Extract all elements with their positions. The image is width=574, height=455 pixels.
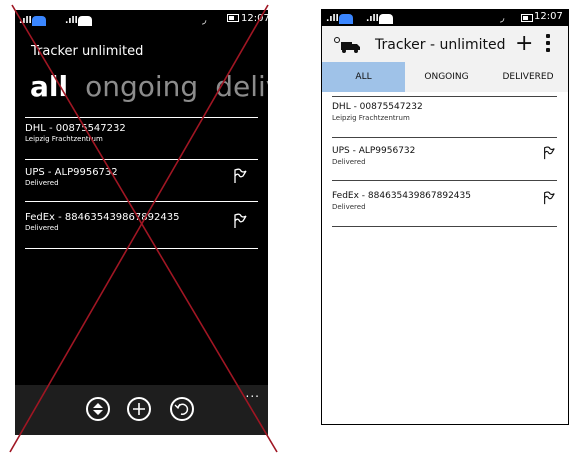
divider bbox=[25, 117, 258, 118]
tab-delivered[interactable]: DELIVERED bbox=[488, 62, 568, 92]
battery-icon bbox=[521, 14, 533, 22]
flag-icon bbox=[234, 168, 247, 183]
item-title: FedEx - 884635439867892435 bbox=[332, 191, 471, 201]
overflow-menu-icon[interactable] bbox=[546, 34, 550, 55]
status-bar: .ıll .ıll ◞ 12:07 bbox=[322, 10, 568, 26]
app-title: Tracker - unlimited bbox=[375, 37, 506, 53]
sort-icon[interactable] bbox=[86, 397, 110, 421]
list-item[interactable]: UPS - ALP9956732 Delivered bbox=[332, 146, 560, 166]
item-subtitle: Leipzig Frachtzentrum bbox=[332, 114, 410, 122]
flag-icon bbox=[544, 191, 555, 205]
item-subtitle: Delivered bbox=[332, 203, 366, 211]
more-icon[interactable]: ... bbox=[246, 386, 260, 400]
item-title: FedEx - 884635439867892435 bbox=[25, 212, 180, 223]
old-design-mockup: .ıll .ıll ◞ 12:07 Tracker unlimited all o… bbox=[15, 10, 268, 435]
divider bbox=[25, 201, 258, 202]
signal-icon: .ıll bbox=[19, 14, 49, 26]
wifi-icon: ◞ bbox=[500, 11, 505, 24]
item-title: DHL - 00875547232 bbox=[25, 123, 126, 134]
refresh-icon[interactable] bbox=[170, 397, 194, 421]
wifi-icon: ◞ bbox=[202, 13, 207, 26]
flag-icon bbox=[544, 146, 555, 160]
list-item[interactable]: DHL - 00875547232 Leipzig Frachtzentrum bbox=[332, 102, 560, 122]
divider bbox=[332, 137, 557, 138]
tab-bar: ALL ONGOING DELIVERED bbox=[322, 62, 568, 92]
signal-icon: .ıll bbox=[326, 12, 356, 24]
list-item[interactable]: FedEx - 884635439867892435 Delivered bbox=[25, 212, 260, 232]
add-icon[interactable] bbox=[127, 397, 151, 421]
divider bbox=[332, 180, 557, 181]
item-title: UPS - ALP9956732 bbox=[332, 146, 416, 156]
status-bar: .ıll .ıll ◞ 12:07 bbox=[15, 10, 268, 30]
pivot-delivered[interactable]: deliv bbox=[215, 70, 268, 103]
flag-icon bbox=[234, 213, 247, 228]
truck-icon bbox=[334, 37, 360, 53]
divider bbox=[25, 159, 258, 160]
divider bbox=[25, 248, 258, 249]
item-subtitle: Delivered bbox=[332, 158, 366, 166]
signal-icon: .ıll bbox=[366, 12, 396, 24]
app-title: Tracker unlimited bbox=[31, 44, 144, 59]
divider bbox=[332, 226, 557, 227]
item-title: UPS - ALP9956732 bbox=[25, 167, 118, 178]
item-title: DHL - 00875547232 bbox=[332, 102, 423, 112]
clock: 12:07 bbox=[534, 11, 563, 22]
divider bbox=[332, 96, 557, 97]
list-item[interactable]: FedEx - 884635439867892435 Delivered bbox=[332, 191, 560, 211]
pivot-header: all ongoing deliv bbox=[30, 70, 268, 103]
item-subtitle: Delivered bbox=[25, 224, 59, 232]
item-subtitle: Leipzig Frachtzentrum bbox=[25, 135, 103, 143]
new-design-mockup: .ıll .ıll ◞ 12:07 Tracker - unlimited + … bbox=[321, 9, 569, 425]
pivot-ongoing[interactable]: ongoing bbox=[85, 70, 198, 103]
app-bar: ... bbox=[15, 385, 268, 435]
signal-icon: .ıll bbox=[65, 14, 95, 26]
battery-icon bbox=[227, 14, 239, 22]
item-subtitle: Delivered bbox=[25, 179, 59, 187]
clock: 12:07 bbox=[241, 13, 268, 24]
tab-all[interactable]: ALL bbox=[322, 62, 405, 92]
list-item[interactable]: DHL - 00875547232 Leipzig Frachtzentrum bbox=[25, 123, 260, 143]
add-button[interactable]: + bbox=[515, 31, 533, 56]
pivot-all[interactable]: all bbox=[30, 70, 68, 103]
list-item[interactable]: UPS - ALP9956732 Delivered bbox=[25, 167, 260, 187]
tab-ongoing[interactable]: ONGOING bbox=[405, 62, 488, 92]
